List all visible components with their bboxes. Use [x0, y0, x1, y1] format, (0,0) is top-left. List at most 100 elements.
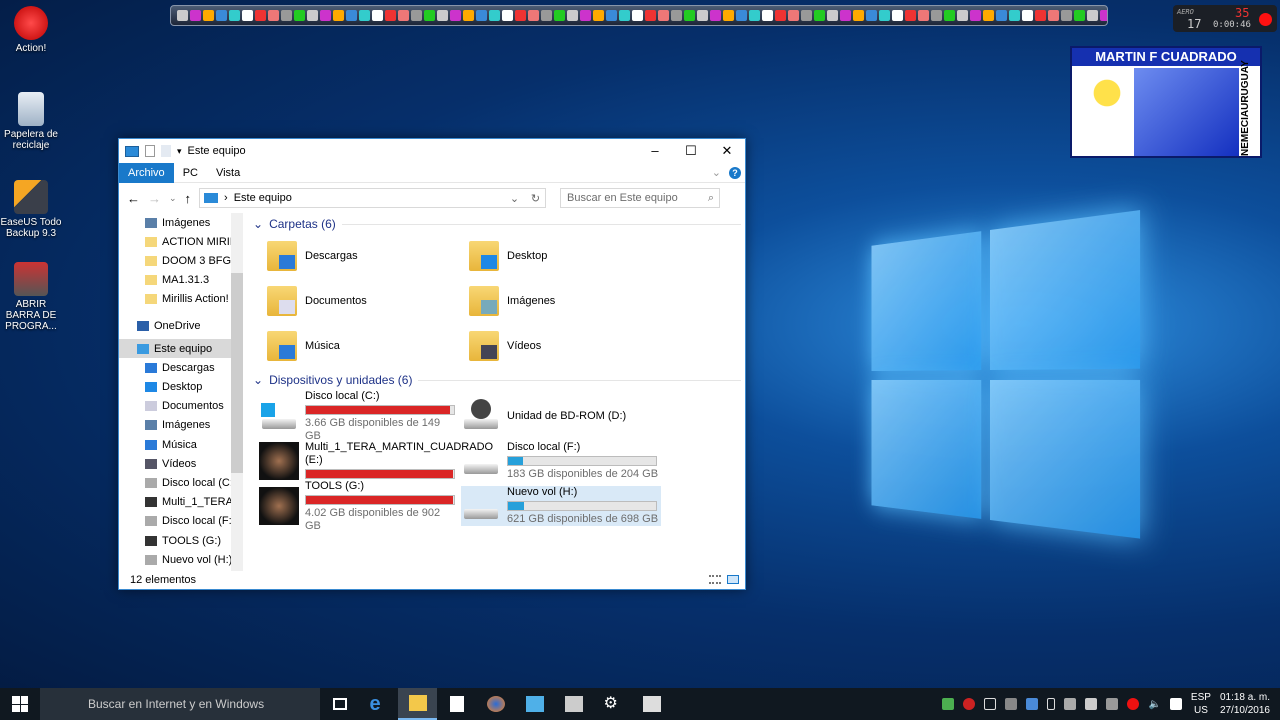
nav-item[interactable]: MA1.31.3: [119, 271, 243, 290]
desktop-icon-recycle-bin[interactable]: Papelera de reciclaje: [0, 92, 62, 151]
toolbar-app-icon[interactable]: [372, 10, 383, 21]
tab-vista[interactable]: Vista: [207, 163, 249, 183]
drive-item[interactable]: Disco local (C:) 3.66 GB disponibles de 1…: [259, 390, 459, 442]
up-icon[interactable]: ↑: [185, 191, 192, 206]
toolbar-app-icon[interactable]: [515, 10, 526, 21]
folder-item[interactable]: Música: [267, 331, 340, 361]
toolbar-app-icon[interactable]: [697, 10, 708, 21]
file-explorer-taskbar-icon[interactable]: [398, 688, 437, 720]
toolbar-app-icon[interactable]: [593, 10, 604, 21]
toolbar-app-icon[interactable]: [658, 10, 669, 21]
toolbar-app-icon[interactable]: [177, 10, 188, 21]
edge-icon[interactable]: e: [359, 688, 398, 720]
nav-item[interactable]: Disco local (C:): [119, 473, 243, 492]
refresh-icon[interactable]: ↻: [531, 192, 540, 205]
usb-icon[interactable]: [1047, 698, 1056, 710]
folder-item[interactable]: Vídeos: [469, 331, 541, 361]
toolbar-app-icon[interactable]: [437, 10, 448, 21]
firefox-icon[interactable]: [476, 688, 515, 720]
action-center-icon[interactable]: [1169, 698, 1182, 710]
address-bar[interactable]: › Este equipo ⌄ ↻: [199, 188, 547, 208]
folders-header[interactable]: ⌄ Carpetas (6): [251, 213, 741, 235]
toolbar-app-icon[interactable]: [1061, 10, 1072, 21]
quick-launch-toolbar[interactable]: [170, 5, 1108, 26]
close-button[interactable]: ✕: [709, 139, 745, 163]
toolbar-app-icon[interactable]: [1048, 10, 1059, 21]
scroll-thumb[interactable]: [231, 273, 243, 473]
toolbar-app-icon[interactable]: [1022, 10, 1033, 21]
nav-item[interactable]: Descargas: [119, 358, 243, 377]
toolbar-app-icon[interactable]: [1009, 10, 1020, 21]
drive-item[interactable]: Disco local (F:) 183 GB disponibles de 20…: [461, 441, 661, 481]
toolbar-app-icon[interactable]: [606, 10, 617, 21]
toolbar-app-icon[interactable]: [710, 10, 721, 21]
toolbar-app-icon[interactable]: [190, 10, 201, 21]
toolbar-app-icon[interactable]: [996, 10, 1007, 21]
toolbar-app-icon[interactable]: [788, 10, 799, 21]
toolbar-app-icon[interactable]: [1100, 10, 1107, 21]
nav-item[interactable]: Imágenes: [119, 416, 243, 435]
app-icon[interactable]: [554, 688, 593, 720]
toolbar-app-icon[interactable]: [632, 10, 643, 21]
app-icon[interactable]: [632, 688, 671, 720]
drive-item[interactable]: Unidad de BD-ROM (D:): [461, 396, 661, 436]
nav-item[interactable]: DOOM 3 BFG Ed: [119, 251, 243, 270]
expand-ribbon-icon[interactable]: ⌄: [712, 166, 721, 179]
toolbar-app-icon[interactable]: [398, 10, 409, 21]
toolbar-app-icon[interactable]: [684, 10, 695, 21]
toolbar-app-icon[interactable]: [892, 10, 903, 21]
store-icon[interactable]: [437, 688, 476, 720]
toolbar-app-icon[interactable]: [944, 10, 955, 21]
drive-item[interactable]: Nuevo vol (H:) 621 GB disponibles de 698 …: [461, 486, 661, 526]
toolbar-app-icon[interactable]: [229, 10, 240, 21]
desktop-icon-easeus[interactable]: EaseUS Todo Backup 9.3: [0, 180, 62, 239]
nav-item[interactable]: Multi_1_TERA_M: [119, 493, 243, 512]
drive-item[interactable]: Multi_1_TERA_MARTIN_CUADRADO (E:): [259, 441, 493, 481]
record-button[interactable]: [1259, 13, 1272, 26]
customize-qat-icon[interactable]: ▾: [177, 146, 182, 157]
toolbar-app-icon[interactable]: [879, 10, 890, 21]
folder-item[interactable]: Desktop: [469, 241, 547, 271]
toolbar-app-icon[interactable]: [749, 10, 760, 21]
toolbar-app-icon[interactable]: [619, 10, 630, 21]
toolbar-app-icon[interactable]: [645, 10, 656, 21]
nav-item[interactable]: Desktop: [119, 378, 243, 397]
toolbar-app-icon[interactable]: [463, 10, 474, 21]
nav-item[interactable]: Imágenes: [119, 213, 243, 232]
toolbar-app-icon[interactable]: [580, 10, 591, 21]
toolbar-app-icon[interactable]: [359, 10, 370, 21]
search-input[interactable]: Buscar en Este equipo ⌕: [560, 188, 721, 208]
settings-icon[interactable]: ⚙: [593, 688, 632, 720]
tray-icon[interactable]: [1026, 698, 1039, 710]
toolbar-app-icon[interactable]: [281, 10, 292, 21]
wifi-icon[interactable]: [1106, 698, 1119, 710]
app-icon[interactable]: [515, 688, 554, 720]
toolbar-app-icon[interactable]: [268, 10, 279, 21]
toolbar-app-icon[interactable]: [775, 10, 786, 21]
language-indicator[interactable]: ESP US: [1191, 691, 1211, 717]
toolbar-app-icon[interactable]: [736, 10, 747, 21]
tab-pc[interactable]: PC: [174, 163, 207, 183]
toolbar-app-icon[interactable]: [814, 10, 825, 21]
toolbar-app-icon[interactable]: [983, 10, 994, 21]
toolbar-app-icon[interactable]: [970, 10, 981, 21]
forward-icon[interactable]: →: [148, 191, 161, 206]
toolbar-app-icon[interactable]: [450, 10, 461, 21]
desktop-icon-barra[interactable]: ABRIR BARRA DE PROGRA...: [0, 262, 62, 332]
toolbar-app-icon[interactable]: [502, 10, 513, 21]
toolbar-app-icon[interactable]: [671, 10, 682, 21]
folder-item[interactable]: Imágenes: [469, 286, 555, 316]
nav-scrollbar[interactable]: [231, 213, 243, 571]
toolbar-app-icon[interactable]: [567, 10, 578, 21]
toolbar-app-icon[interactable]: [853, 10, 864, 21]
toolbar-app-icon[interactable]: [1035, 10, 1046, 21]
tray-icon[interactable]: [963, 698, 976, 710]
toolbar-app-icon[interactable]: [242, 10, 253, 21]
maximize-button[interactable]: ☐: [673, 139, 709, 163]
toolbar-app-icon[interactable]: [541, 10, 552, 21]
toolbar-app-icon[interactable]: [554, 10, 565, 21]
toolbar-app-icon[interactable]: [411, 10, 422, 21]
folder-item[interactable]: Documentos: [267, 286, 367, 316]
toolbar-app-icon[interactable]: [801, 10, 812, 21]
tray-icon[interactable]: [942, 698, 955, 710]
